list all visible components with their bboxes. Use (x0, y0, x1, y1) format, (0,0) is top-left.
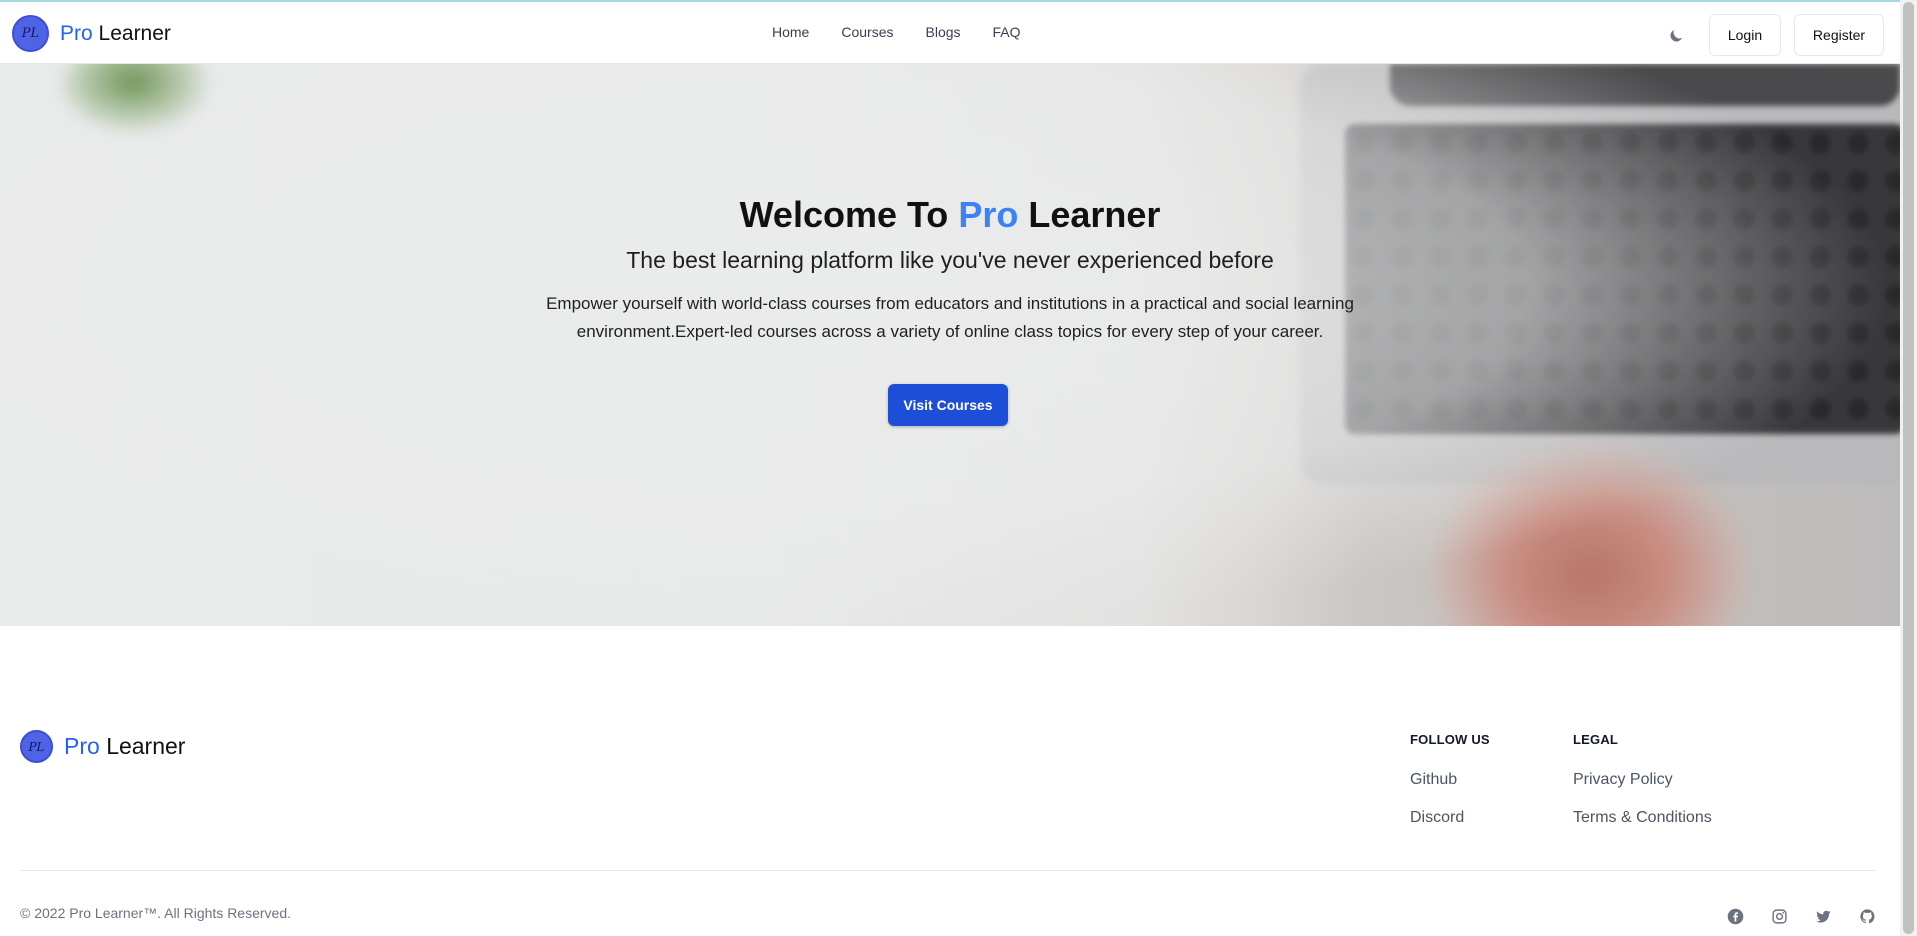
legal-heading: LEGAL (1573, 732, 1619, 747)
twitter-icon[interactable] (1811, 904, 1835, 928)
main-nav: Home Courses Blogs FAQ (772, 24, 1021, 40)
brand-name: Pro Learner (60, 22, 171, 46)
discord-link[interactable]: Discord (1410, 809, 1490, 827)
hero-title: Welcome To Pro Learner (0, 194, 1900, 236)
hero-content: Welcome To Pro Learner The best learning… (0, 64, 1900, 626)
nav-link-home[interactable]: Home (772, 24, 809, 40)
hero-title-suffix: Learner (1018, 194, 1161, 235)
brand-name-suffix: Learner (98, 21, 171, 45)
login-button[interactable]: Login (1709, 14, 1781, 56)
nav-link-blogs[interactable]: Blogs (926, 24, 961, 40)
footer-legal-column: LEGAL Privacy Policy Terms & Conditions (1573, 732, 1712, 827)
navbar: PL Pro Learner Home Courses Blogs FAQ Lo… (0, 2, 1900, 64)
github-link[interactable]: Github (1410, 771, 1490, 789)
hero-title-prefix: Welcome To (739, 194, 959, 235)
footer-divider (20, 870, 1876, 871)
facebook-icon[interactable] (1723, 904, 1747, 928)
moon-icon[interactable] (1664, 24, 1688, 48)
follow-us-heading: FOLLOW US (1410, 732, 1490, 747)
github-icon[interactable] (1855, 904, 1879, 928)
hero-section: Welcome To Pro Learner The best learning… (0, 64, 1900, 626)
vertical-scrollbar[interactable] (1900, 0, 1917, 936)
nav-link-faq[interactable]: FAQ (993, 24, 1021, 40)
brand[interactable]: PL Pro Learner (12, 15, 171, 52)
nav-link-courses[interactable]: Courses (841, 24, 893, 40)
scrollbar-thumb[interactable] (1903, 2, 1914, 934)
instagram-icon[interactable] (1767, 904, 1791, 928)
visit-courses-button[interactable]: Visit Courses (888, 384, 1008, 426)
privacy-policy-link[interactable]: Privacy Policy (1573, 771, 1712, 789)
footer-brand[interactable]: PL Pro Learner (20, 730, 185, 763)
footer-brand-name-suffix: Learner (106, 733, 186, 759)
footer-brand-name-prefix: Pro (64, 733, 100, 759)
social-links (1723, 904, 1879, 928)
copyright-text: © 2022 Pro Learner™. All Rights Reserved… (20, 905, 292, 921)
footer-logo-icon: PL (20, 730, 53, 763)
register-button[interactable]: Register (1794, 14, 1884, 56)
logo-icon: PL (12, 15, 49, 52)
hero-description: Empower yourself with world-class course… (546, 294, 1354, 341)
brand-name-prefix: Pro (60, 21, 93, 45)
hero-subtitle: The best learning platform like you've n… (626, 247, 1274, 273)
footer-brand-name: Pro Learner (64, 733, 185, 760)
footer-follow-column: FOLLOW US Github Discord (1410, 732, 1490, 827)
hero-title-accent: Pro (958, 194, 1019, 235)
terms-conditions-link[interactable]: Terms & Conditions (1573, 809, 1712, 827)
